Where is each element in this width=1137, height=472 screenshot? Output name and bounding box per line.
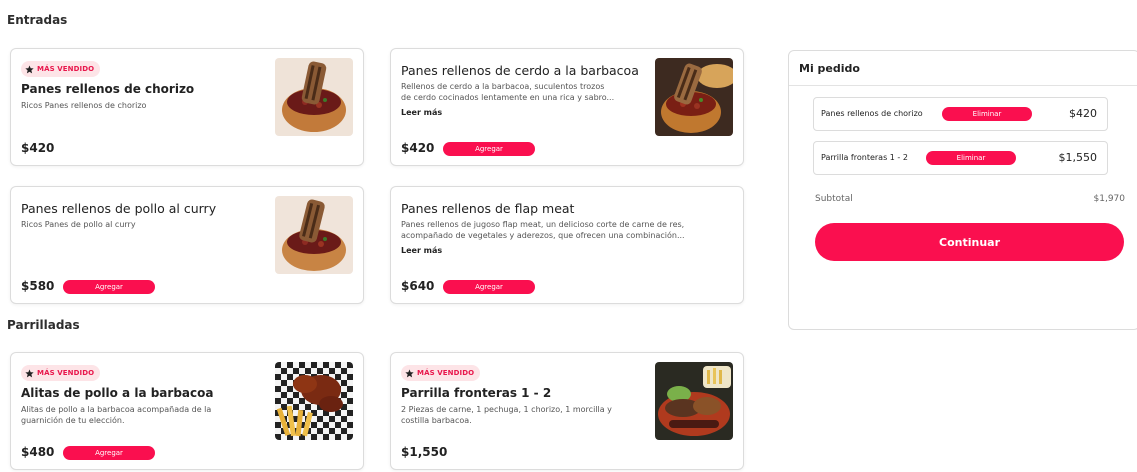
item-price: $580 [21,279,55,293]
item-price: $420 [21,141,55,155]
badge-label: MÁS VENDIDO [37,369,95,377]
item-description-line-1: Rellenos de cerdo a la barbacoa, suculen… [401,82,605,91]
read-more-link[interactable]: Leer más [401,246,442,255]
item-description-line-2: de cerdo cocinados lentamente en una ric… [401,93,615,102]
item-name: Alitas de pollo a la barbacoa [21,386,214,400]
order-line-item: Parrilla fronteras 1 - 2 Eliminar $1,550 [813,141,1108,175]
item-description-line-2: acompañado de vegetales y aderezos, que … [401,231,685,240]
remove-button[interactable]: Eliminar [926,151,1016,165]
add-button[interactable]: Agregar [63,446,155,460]
item-description-line-1: 2 Piezas de carne, 1 pechuga, 1 chorizo,… [401,405,612,414]
item-name: Parrilla fronteras 1 - 2 [401,386,552,400]
item-price: $640 [401,279,435,293]
item-name: Panes rellenos de pollo al curry [21,201,217,216]
order-line-price: $420 [1069,107,1097,120]
continue-button[interactable]: Continuar [815,223,1124,261]
best-seller-badge: MÁS VENDIDO [21,61,101,77]
order-line-name: Parrilla fronteras 1 - 2 [821,153,908,162]
item-image-bread-bowl [655,58,733,136]
item-price: $480 [21,445,55,459]
add-button[interactable]: Agregar [443,142,535,156]
item-image-chicken-wings [275,362,353,440]
menu-item-alitas[interactable]: MÁS VENDIDO Alitas de pollo a la barbaco… [10,352,364,470]
item-name: Panes rellenos de cerdo a la barbacoa [401,63,639,78]
item-image-bread-bowl [275,58,353,136]
star-icon [405,368,414,377]
item-description-line-1: Panes rellenos de jugoso flap meat, un d… [401,220,685,229]
section-title-parrilladas: Parrilladas [7,318,80,332]
item-name: Panes rellenos de flap meat [401,201,575,216]
star-icon [25,64,34,73]
remove-button[interactable]: Eliminar [942,107,1032,121]
menu-item-flap-meat[interactable]: Panes rellenos de flap meat Panes rellen… [390,186,744,304]
badge-label: MÁS VENDIDO [417,369,475,377]
order-line-price: $1,550 [1058,151,1098,164]
item-name: Panes rellenos de chorizo [21,82,195,96]
order-line-item: Panes rellenos de chorizo Eliminar $420 [813,97,1108,131]
order-divider [789,85,1137,86]
item-image-grill-platter [655,362,733,440]
item-image-bread-bowl [275,196,353,274]
subtotal-value: $1,970 [1093,194,1126,204]
best-seller-badge: MÁS VENDIDO [401,365,481,381]
section-title-entradas: Entradas [7,13,68,27]
order-title: Mi pedido [799,62,860,75]
order-line-name: Panes rellenos de chorizo [821,109,923,118]
badge-label: MÁS VENDIDO [37,65,95,73]
menu-item-cerdo[interactable]: Panes rellenos de cerdo a la barbacoa Re… [390,48,744,166]
item-description: Ricos Panes rellenos de chorizo [21,101,147,110]
star-icon [25,368,34,377]
menu-item-parrilla-fronteras[interactable]: MÁS VENDIDO Parrilla fronteras 1 - 2 2 P… [390,352,744,470]
order-panel: Mi pedido Panes rellenos de chorizo Elim… [788,50,1137,330]
item-description: Ricos Panes de pollo al curry [21,220,136,229]
item-description-line-1: Alitas de pollo a la barbacoa acompañada… [21,405,212,414]
item-description-line-2: guarnición de tu elección. [21,416,125,425]
read-more-link[interactable]: Leer más [401,108,442,117]
item-description-line-2: costilla barbacoa. [401,416,472,425]
item-price: $1,550 [401,445,448,459]
best-seller-badge: MÁS VENDIDO [21,365,101,381]
menu-item-chorizo[interactable]: MÁS VENDIDO Panes rellenos de chorizo Ri… [10,48,364,166]
add-button[interactable]: Agregar [443,280,535,294]
menu-item-pollo-curry[interactable]: Panes rellenos de pollo al curry Ricos P… [10,186,364,304]
subtotal-label: Subtotal [815,194,853,204]
add-button[interactable]: Agregar [63,280,155,294]
item-price: $420 [401,141,435,155]
